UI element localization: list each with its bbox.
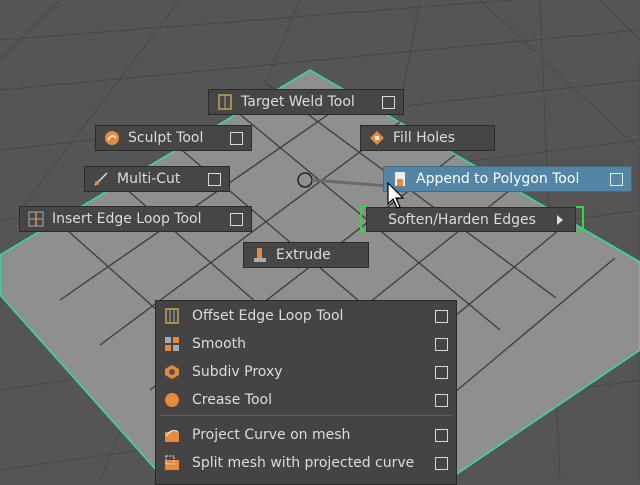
insert-edge-loop-options-box[interactable] xyxy=(230,212,243,226)
menu-item-split-mesh[interactable]: Split mesh with projected curve xyxy=(156,449,456,477)
project-curve-options-box[interactable] xyxy=(435,428,448,442)
append-to-polygon-tool-item[interactable]: Append to Polygon Tool xyxy=(383,166,632,192)
smooth-options-box[interactable] xyxy=(435,337,448,351)
smooth-icon xyxy=(164,336,180,352)
multi-cut-item[interactable]: Multi-Cut xyxy=(84,166,230,192)
split-mesh-icon xyxy=(164,455,180,471)
multi-cut-label: Multi-Cut xyxy=(117,171,181,187)
target-weld-icon xyxy=(217,94,233,110)
append-polygon-label: Append to Polygon Tool xyxy=(416,171,580,187)
multi-cut-icon xyxy=(93,171,109,187)
menu-item-label: Split mesh with projected curve xyxy=(192,455,415,471)
insert-edge-loop-icon xyxy=(28,211,44,227)
extrude-icon xyxy=(252,247,268,263)
offset-edge-loop-options-box[interactable] xyxy=(435,309,448,323)
multi-cut-options-box[interactable] xyxy=(208,172,221,186)
insert-edge-loop-tool-item[interactable]: Insert Edge Loop Tool xyxy=(19,206,252,232)
sculpt-tool-item[interactable]: Sculpt Tool xyxy=(95,125,252,151)
menu-item-label: Smooth xyxy=(192,336,247,352)
menu-item-crease-tool[interactable]: Crease Tool xyxy=(156,386,456,414)
extrude-label: Extrude xyxy=(276,247,331,263)
menu-item-smooth[interactable]: Smooth xyxy=(156,330,456,358)
target-weld-label: Target Weld Tool xyxy=(241,94,355,110)
target-weld-options-box[interactable] xyxy=(382,95,395,109)
sculpt-icon xyxy=(104,130,120,146)
menu-item-offset-edge-loop[interactable]: Offset Edge Loop Tool xyxy=(156,302,456,330)
selection-bracket-right xyxy=(576,206,584,232)
menu-item-subdiv-proxy[interactable]: Subdiv Proxy xyxy=(156,358,456,386)
sculpt-label: Sculpt Tool xyxy=(128,130,204,146)
crease-tool-options-box[interactable] xyxy=(435,393,448,407)
target-weld-tool-item[interactable]: Target Weld Tool xyxy=(208,89,404,115)
menu-item-label: Offset Edge Loop Tool xyxy=(192,308,344,324)
project-curve-icon xyxy=(164,427,180,443)
mouse-cursor-icon xyxy=(387,182,405,209)
submenu-arrow-icon xyxy=(557,214,563,225)
fill-holes-item[interactable]: Fill Holes xyxy=(360,125,495,151)
offset-edge-loop-icon xyxy=(164,308,180,324)
menu-item-project-curve[interactable]: Project Curve on mesh xyxy=(156,421,456,449)
sculpt-options-box[interactable] xyxy=(230,131,243,145)
menu-item-label: Crease Tool xyxy=(192,392,272,408)
menu-item-label: Project Curve on mesh xyxy=(192,427,351,443)
fill-holes-label: Fill Holes xyxy=(393,130,456,146)
extrude-item[interactable]: Extrude xyxy=(243,242,369,268)
subdiv-proxy-options-box[interactable] xyxy=(435,365,448,379)
crease-tool-icon xyxy=(164,392,180,408)
insert-edge-loop-label: Insert Edge Loop Tool xyxy=(52,211,202,227)
split-mesh-options-box[interactable] xyxy=(435,456,448,470)
soften-harden-label: Soften/Harden Edges xyxy=(388,211,536,228)
overflow-menu: Offset Edge Loop Tool Smooth Subdiv Prox… xyxy=(155,300,457,485)
menu-separator xyxy=(160,415,452,416)
append-polygon-options-box[interactable] xyxy=(610,172,623,186)
subdiv-proxy-icon xyxy=(164,364,180,380)
fill-holes-icon xyxy=(369,130,385,146)
menu-item-label: Subdiv Proxy xyxy=(192,364,283,380)
